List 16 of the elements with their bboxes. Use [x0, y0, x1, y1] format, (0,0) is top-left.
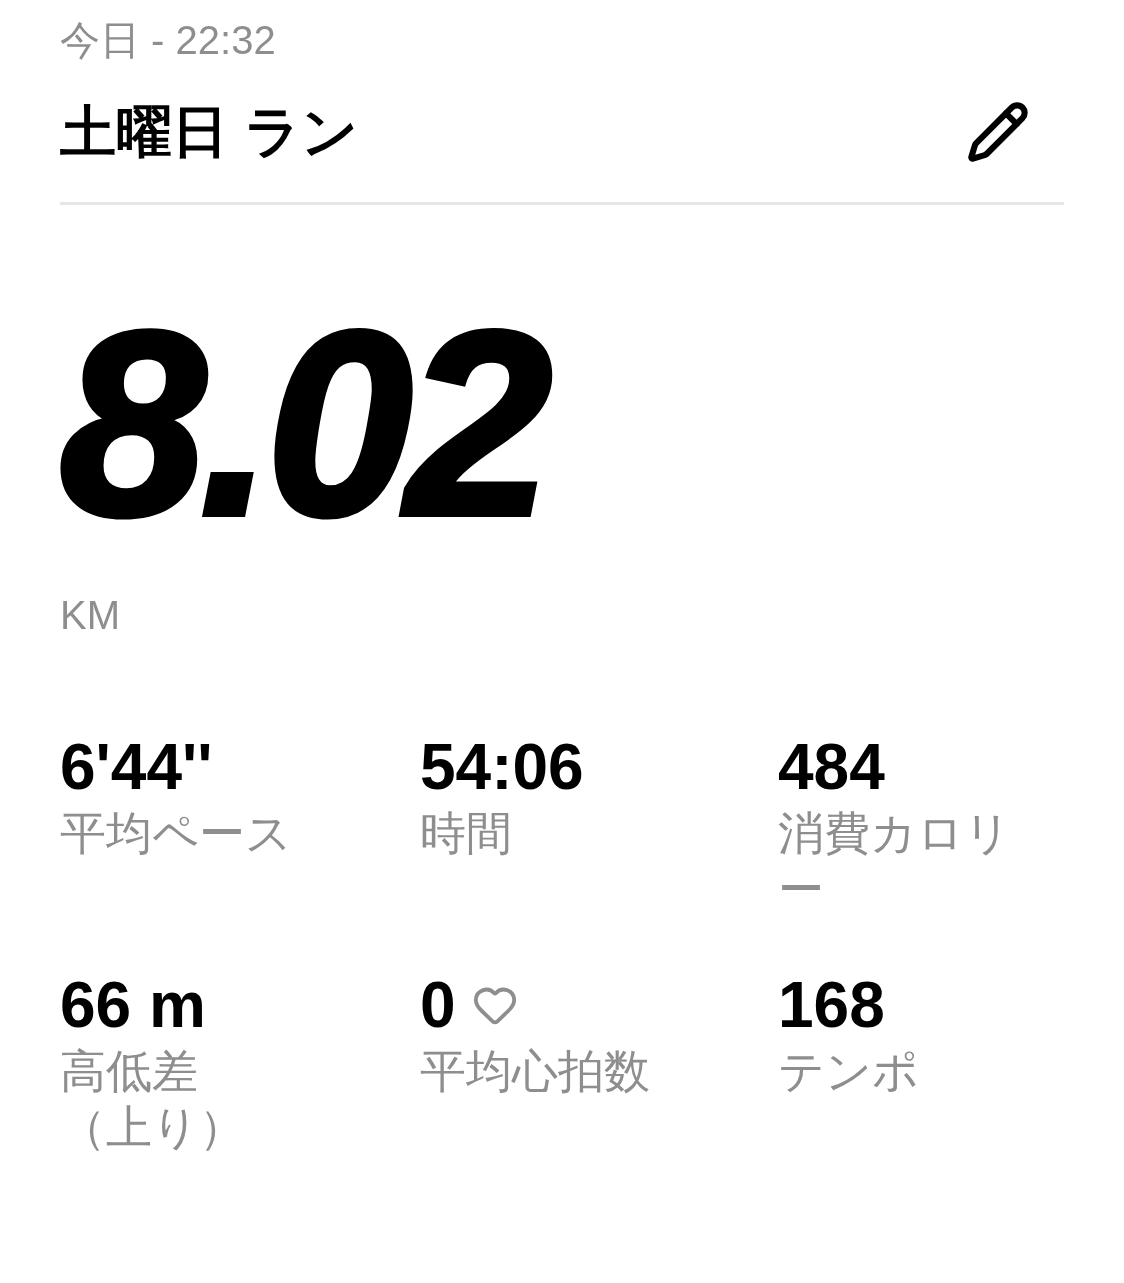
stat-label: 時間: [420, 806, 512, 861]
stat-value: 168: [778, 973, 885, 1037]
distance-unit: KM: [60, 595, 120, 635]
stat-value: 484: [778, 735, 885, 799]
stat-value: 66 m: [60, 973, 206, 1037]
stat-label: 平均心拍数: [420, 1044, 650, 1099]
stat-label: 高低差: [60, 1044, 198, 1099]
stat-value: 6'44'': [60, 735, 213, 799]
stat-label: （上り）: [60, 1100, 245, 1155]
timestamp: 今日 - 22:32: [60, 17, 276, 60]
stat-value: 54:06: [420, 735, 584, 799]
stat-label: テンポ: [778, 1044, 919, 1099]
stat-label: 平均ペース: [60, 806, 292, 861]
stat-label: 消費カロリー: [778, 806, 1012, 917]
activity-title: 土曜日 ラン: [60, 104, 358, 160]
stat-value: 0: [420, 973, 456, 1037]
